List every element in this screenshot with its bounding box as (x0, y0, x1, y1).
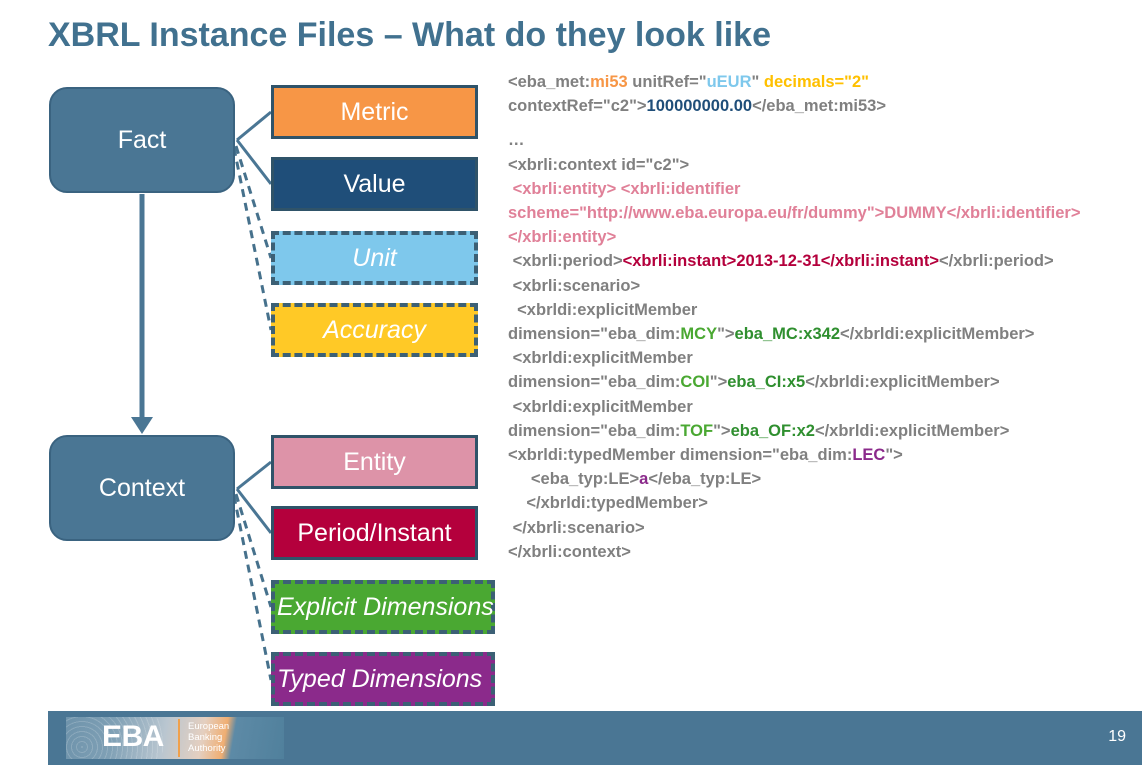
code-tm-open: <xbrldi:typedMember dimension="eba_dim: (508, 446, 853, 465)
slide-canvas: XBRL Instance Files – What do they look … (0, 0, 1142, 765)
code-em3-member: eba_OF:x2 (730, 421, 815, 440)
code-contextref-attr: contextRef="c2"> (508, 97, 647, 116)
node-fact[interactable]: Fact (49, 87, 235, 193)
box-accuracy-label: Accuracy (323, 315, 426, 344)
code-line-explicit-member-2: <xbrldi:explicitMember dimension="eba_di… (508, 346, 1140, 394)
code-em2-gt: "> (709, 373, 728, 392)
code-em2-open: <xbrldi:explicitMember dimension="eba_di… (508, 349, 698, 392)
code-instant-token: <xbrli:instant>2013-12-31</xbrli:instant… (622, 252, 940, 271)
code-tm-gt: "> (885, 446, 903, 465)
code-em2-close: </xbrldi:explicitMember> (805, 373, 1000, 392)
code-tm-le-open: <eba_typ:LE> (508, 470, 640, 489)
code-line-entity: <xbrli:entity> <xbrli:identifier scheme=… (508, 179, 1090, 247)
logo-divider (178, 719, 180, 757)
code-em3-gt: "> (713, 421, 731, 440)
box-metric[interactable]: Metric (271, 85, 478, 139)
xbrl-code-panel: <eba_met:mi53 unitRef="uEUR" decimals="2… (508, 70, 1140, 670)
code-line-scenario-close: </xbrli:scenario> (508, 518, 645, 537)
connector-fact-metric (236, 110, 272, 142)
box-unit-label: Unit (352, 243, 397, 272)
code-em2-member: eba_CI:x5 (727, 373, 806, 392)
code-line-fact: <eba_met:mi53 unitRef="uEUR" decimals="2… (508, 70, 1140, 94)
code-line-fact-value: contextRef="c2">100000000.00</eba_met:mi… (508, 94, 1140, 118)
eba-logo-subtitle: European Banking Authority (188, 721, 229, 754)
connector-context-period (235, 488, 273, 534)
code-line-period: <xbrli:period><xbrli:instant>2013-12-31<… (508, 249, 1140, 273)
box-explicit-dimensions-label: Explicit Dimensions (277, 592, 494, 621)
connector-fact-unit (234, 145, 273, 259)
eba-logo-line2: Banking (188, 731, 223, 743)
footer-bar: EBA European Banking Authority 19 (48, 711, 1142, 765)
code-em2-dimension: COI (680, 373, 710, 392)
code-unitref-attr: unitRef=" (627, 73, 707, 91)
code-spacer (508, 118, 1140, 128)
code-quote-space: " (751, 73, 764, 91)
box-period-instant-label: Period/Instant (297, 518, 452, 547)
code-em1-gt: "> (717, 325, 735, 344)
code-tm-le-close: </eba_typ:LE> (648, 470, 762, 489)
code-line-explicit-member-1: <xbrldi:explicitMember dimension="eba_di… (508, 298, 1140, 346)
box-typed-dimensions[interactable]: Typed Dimensions (271, 652, 495, 706)
connector-context-explicit (234, 493, 273, 608)
code-em1-close: </xbrldi:explicitMember> (840, 325, 1035, 344)
box-entity-label: Entity (343, 447, 406, 476)
node-context[interactable]: Context (49, 435, 235, 541)
code-line-context-close: </xbrli:context> (508, 542, 631, 561)
node-context-label: Context (98, 473, 186, 502)
code-fact-close: </eba_met:mi53> (752, 97, 886, 116)
code-value-token: 100000000.00 (646, 97, 753, 116)
arrowhead-fact-context (131, 417, 153, 434)
eba-logo: EBA European Banking Authority (66, 717, 284, 759)
code-period-open: <xbrli:period> (508, 252, 623, 271)
code-line-typed-member-open: <xbrldi:typedMember dimension="eba_dim:L… (508, 443, 1140, 467)
code-em1-dimension: MCY (680, 325, 718, 344)
code-line-scenario-open: <xbrli:scenario> (508, 276, 641, 295)
code-metric-token: mi53 (590, 73, 628, 91)
box-unit[interactable]: Unit (271, 231, 478, 285)
box-value[interactable]: Value (271, 157, 478, 211)
box-entity[interactable]: Entity (271, 435, 478, 489)
page-number: 19 (1108, 728, 1126, 745)
code-line-typed-member-value: <eba_typ:LE>a</eba_typ:LE> (508, 467, 1140, 491)
eba-logo-initials: EBA (102, 720, 164, 753)
code-line-typed-member-close: </xbrldi:typedMember> (508, 494, 708, 513)
concept-diagram: Fact Context Metric Value Unit Accuracy … (0, 0, 510, 712)
box-accuracy[interactable]: Accuracy (271, 303, 478, 357)
box-explicit-dimensions[interactable]: Explicit Dimensions (271, 580, 495, 634)
code-tm-value: a (639, 470, 649, 489)
code-em3-dimension: TOF (680, 421, 714, 440)
code-fact-open: <eba_met: (508, 73, 591, 91)
code-tm-dimension: LEC (852, 446, 886, 465)
code-line-ellipsis: … (508, 131, 525, 150)
box-period-instant[interactable]: Period/Instant (271, 506, 478, 560)
connector-context-entity (236, 460, 272, 491)
code-em3-open: <xbrldi:explicitMember dimension="eba_di… (508, 397, 698, 440)
box-typed-dimensions-label: Typed Dimensions (277, 664, 483, 693)
code-em1-member: eba_MC:x342 (734, 325, 841, 344)
code-unit-token: uEUR (706, 73, 752, 91)
box-value-label: Value (343, 169, 406, 198)
code-em3-close: </xbrldi:explicitMember> (814, 421, 1010, 440)
box-metric-label: Metric (340, 97, 409, 126)
code-accuracy-token: decimals="2" (763, 73, 870, 91)
connector-fact-accuracy (232, 147, 273, 331)
node-fact-label: Fact (117, 125, 167, 154)
eba-logo-line3: Authority (188, 742, 226, 754)
code-line-explicit-member-3: <xbrldi:explicitMember dimension="eba_di… (508, 395, 1140, 443)
code-em1-open: <xbrldi:explicitMember dimension="eba_di… (508, 300, 702, 344)
code-line-context-open: <xbrli:context id="c2"> (508, 155, 690, 174)
connector-context-typed (232, 495, 273, 681)
code-period-close: </xbrli:period> (939, 252, 1054, 271)
connector-fact-value (235, 139, 273, 185)
